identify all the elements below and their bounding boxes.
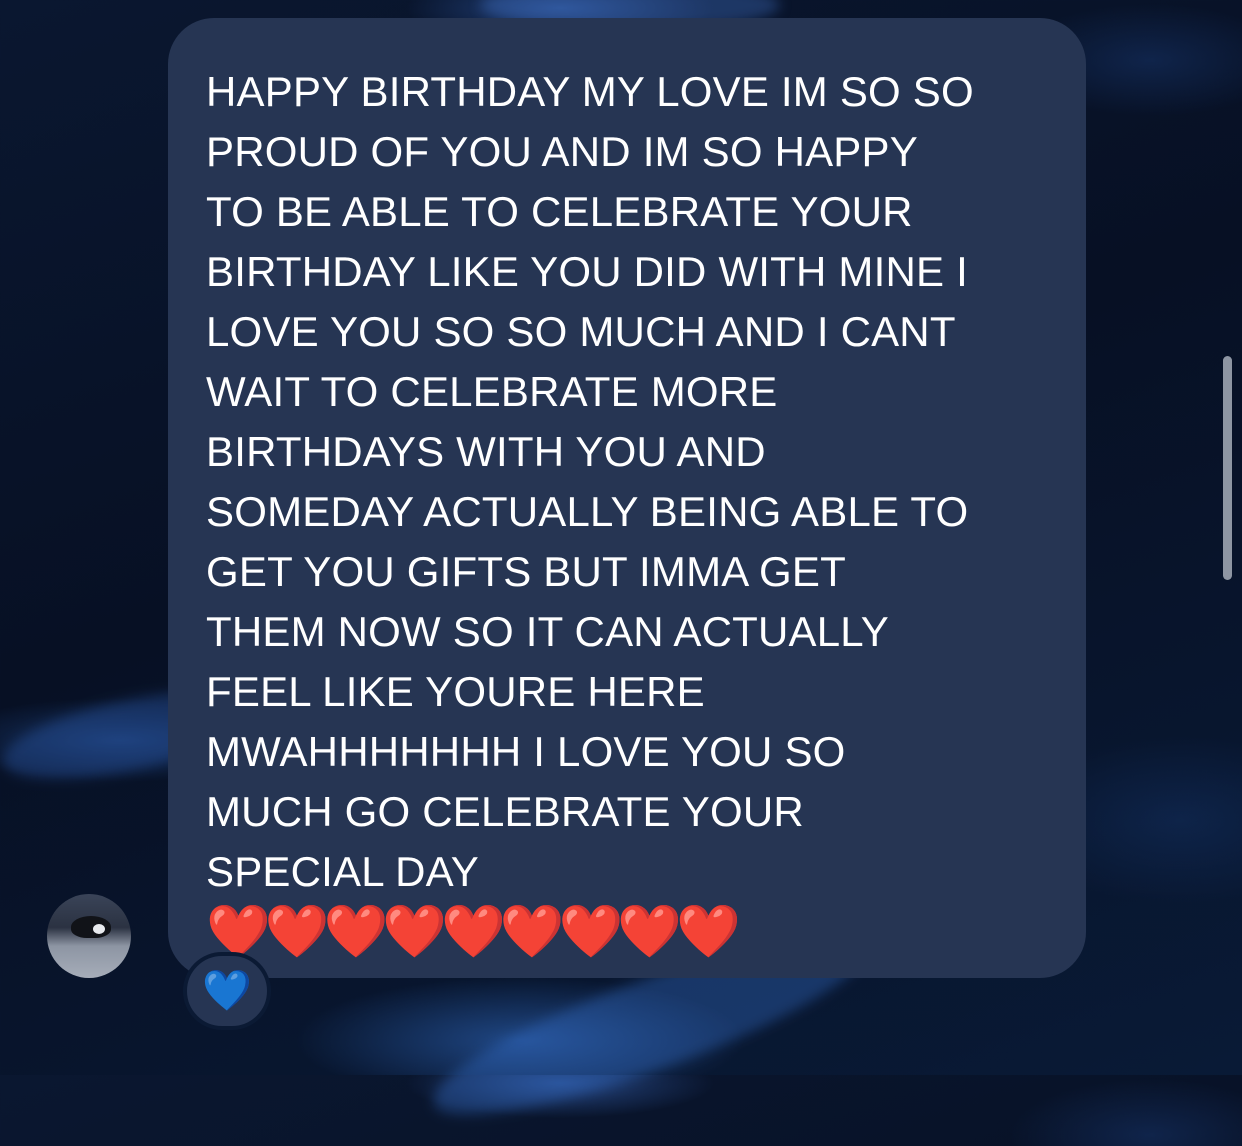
cat-avatar-icon — [71, 916, 111, 938]
reaction-badge[interactable]: 💙 — [183, 952, 271, 1030]
scrollbar[interactable] — [1223, 356, 1232, 580]
message-bubble[interactable]: HAPPY BIRTHDAY MY LOVE IM SO SO PROUD OF… — [168, 18, 1086, 978]
message-text: HAPPY BIRTHDAY MY LOVE IM SO SO PROUD OF… — [206, 68, 974, 895]
heart-emoji-row: ❤️❤️❤️❤️❤️❤️❤️❤️❤️ — [206, 902, 741, 962]
sender-avatar[interactable] — [47, 894, 131, 978]
blue-heart-icon: 💙 — [202, 968, 252, 1014]
